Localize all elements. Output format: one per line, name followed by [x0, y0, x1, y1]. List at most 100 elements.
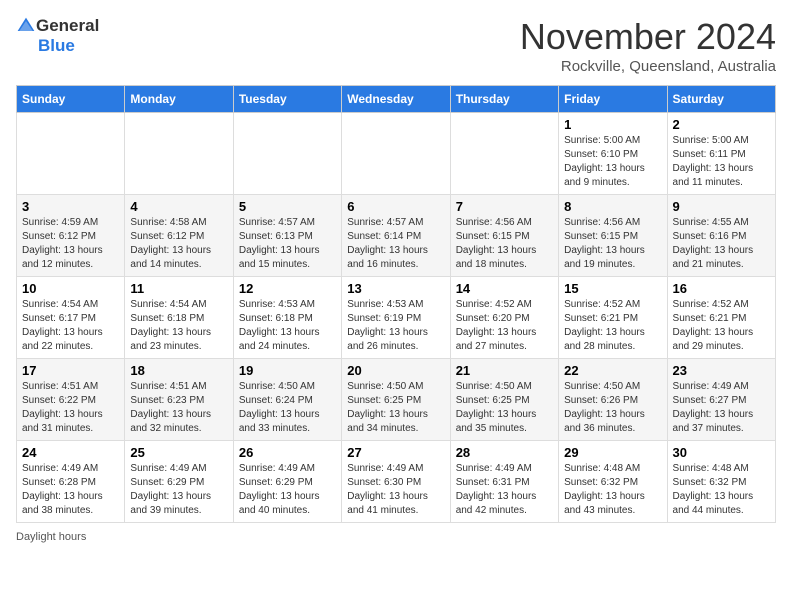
- day-info: Sunrise: 4:52 AM Sunset: 6:21 PM Dayligh…: [564, 298, 661, 354]
- day-info: Sunrise: 4:50 AM Sunset: 6:25 PM Dayligh…: [347, 380, 444, 436]
- day-info: Sunrise: 4:49 AM Sunset: 6:29 PM Dayligh…: [239, 462, 336, 518]
- day-info: Sunrise: 5:00 AM Sunset: 6:11 PM Dayligh…: [673, 134, 770, 190]
- calendar-cell: 12 Sunrise: 4:53 AM Sunset: 6:18 PM Dayli…: [233, 277, 341, 359]
- day-number: 17: [22, 363, 119, 378]
- logo-general: General: [36, 16, 99, 36]
- day-number: 2: [673, 117, 770, 132]
- calendar-cell: [17, 113, 125, 195]
- logo-icon: [16, 16, 36, 36]
- day-info: Sunrise: 4:49 AM Sunset: 6:29 PM Dayligh…: [130, 462, 227, 518]
- day-number: 16: [673, 281, 770, 296]
- calendar-cell: 24Sunrise: 4:49 AM Sunset: 6:28 PM Dayli…: [17, 441, 125, 523]
- day-number: 5: [239, 199, 336, 214]
- day-number: 18: [130, 363, 227, 378]
- calendar-cell: 21 Sunrise: 4:50 AM Sunset: 6:25 PM Dayli…: [450, 359, 558, 441]
- calendar-cell: 13Sunrise: 4:53 AM Sunset: 6:19 PM Dayli…: [342, 277, 450, 359]
- day-number: 6: [347, 199, 444, 214]
- calendar-cell: 17Sunrise: 4:51 AM Sunset: 6:22 PM Dayli…: [17, 359, 125, 441]
- column-header-friday: Friday: [559, 86, 667, 113]
- day-number: 23: [673, 363, 770, 378]
- calendar-cell: 18Sunrise: 4:51 AM Sunset: 6:23 PM Dayli…: [125, 359, 233, 441]
- calendar-cell: 16 Sunrise: 4:52 AM Sunset: 6:21 PM Dayli…: [667, 277, 775, 359]
- calendar-cell: 26 Sunrise: 4:49 AM Sunset: 6:29 PM Dayli…: [233, 441, 341, 523]
- calendar-cell: 5 Sunrise: 4:57 AM Sunset: 6:13 PM Daylig…: [233, 195, 341, 277]
- calendar-cell: 10Sunrise: 4:54 AM Sunset: 6:17 PM Dayli…: [17, 277, 125, 359]
- daylight-label: Daylight hours: [16, 531, 86, 543]
- day-info: Sunrise: 4:53 AM Sunset: 6:19 PM Dayligh…: [347, 298, 444, 354]
- calendar-cell: [125, 113, 233, 195]
- column-header-saturday: Saturday: [667, 86, 775, 113]
- day-info: Sunrise: 4:49 AM Sunset: 6:28 PM Dayligh…: [22, 462, 119, 518]
- calendar-cell: 27Sunrise: 4:49 AM Sunset: 6:30 PM Dayli…: [342, 441, 450, 523]
- calendar-cell: 6 Sunrise: 4:57 AM Sunset: 6:14 PM Daylig…: [342, 195, 450, 277]
- logo-blue: Blue: [38, 36, 75, 56]
- calendar-week-1: 1Sunrise: 5:00 AM Sunset: 6:10 PM Daylig…: [17, 113, 776, 195]
- calendar-week-2: 3 Sunrise: 4:59 AM Sunset: 6:12 PM Daylig…: [17, 195, 776, 277]
- column-header-sunday: Sunday: [17, 86, 125, 113]
- day-number: 11: [130, 281, 227, 296]
- day-info: Sunrise: 4:54 AM Sunset: 6:18 PM Dayligh…: [130, 298, 227, 354]
- day-info: Sunrise: 4:49 AM Sunset: 6:30 PM Dayligh…: [347, 462, 444, 518]
- calendar-week-5: 24Sunrise: 4:49 AM Sunset: 6:28 PM Dayli…: [17, 441, 776, 523]
- day-info: Sunrise: 4:56 AM Sunset: 6:15 PM Dayligh…: [456, 216, 553, 272]
- day-number: 25: [130, 445, 227, 460]
- calendar-header-row: SundayMondayTuesdayWednesdayThursdayFrid…: [17, 86, 776, 113]
- day-number: 20: [347, 363, 444, 378]
- day-info: Sunrise: 4:52 AM Sunset: 6:20 PM Dayligh…: [456, 298, 553, 354]
- day-info: Sunrise: 4:49 AM Sunset: 6:31 PM Dayligh…: [456, 462, 553, 518]
- calendar-cell: 2 Sunrise: 5:00 AM Sunset: 6:11 PM Daylig…: [667, 113, 775, 195]
- calendar-cell: 23 Sunrise: 4:49 AM Sunset: 6:27 PM Dayli…: [667, 359, 775, 441]
- day-info: Sunrise: 4:53 AM Sunset: 6:18 PM Dayligh…: [239, 298, 336, 354]
- column-header-tuesday: Tuesday: [233, 86, 341, 113]
- day-info: Sunrise: 4:50 AM Sunset: 6:24 PM Dayligh…: [239, 380, 336, 436]
- calendar-cell: 20 Sunrise: 4:50 AM Sunset: 6:25 PM Dayli…: [342, 359, 450, 441]
- day-number: 8: [564, 199, 661, 214]
- calendar-cell: 9 Sunrise: 4:55 AM Sunset: 6:16 PM Daylig…: [667, 195, 775, 277]
- day-number: 26: [239, 445, 336, 460]
- calendar-cell: 30 Sunrise: 4:48 AM Sunset: 6:32 PM Dayli…: [667, 441, 775, 523]
- day-number: 9: [673, 199, 770, 214]
- day-number: 12: [239, 281, 336, 296]
- day-number: 14: [456, 281, 553, 296]
- day-info: Sunrise: 4:49 AM Sunset: 6:27 PM Dayligh…: [673, 380, 770, 436]
- title-block: November 2024 Rockville, Queensland, Aus…: [520, 16, 776, 75]
- day-number: 1: [564, 117, 661, 132]
- calendar-footer: Daylight hours: [16, 531, 776, 543]
- day-number: 28: [456, 445, 553, 460]
- calendar-cell: 28 Sunrise: 4:49 AM Sunset: 6:31 PM Dayli…: [450, 441, 558, 523]
- calendar-cell: 19 Sunrise: 4:50 AM Sunset: 6:24 PM Dayli…: [233, 359, 341, 441]
- day-number: 22: [564, 363, 661, 378]
- day-info: Sunrise: 4:48 AM Sunset: 6:32 PM Dayligh…: [564, 462, 661, 518]
- day-number: 30: [673, 445, 770, 460]
- day-info: Sunrise: 4:50 AM Sunset: 6:25 PM Dayligh…: [456, 380, 553, 436]
- calendar-cell: 25 Sunrise: 4:49 AM Sunset: 6:29 PM Dayli…: [125, 441, 233, 523]
- calendar-cell: 29Sunrise: 4:48 AM Sunset: 6:32 PM Dayli…: [559, 441, 667, 523]
- calendar-week-3: 10Sunrise: 4:54 AM Sunset: 6:17 PM Dayli…: [17, 277, 776, 359]
- day-info: Sunrise: 4:57 AM Sunset: 6:14 PM Dayligh…: [347, 216, 444, 272]
- day-info: Sunrise: 4:57 AM Sunset: 6:13 PM Dayligh…: [239, 216, 336, 272]
- calendar-cell: 22 Sunrise: 4:50 AM Sunset: 6:26 PM Dayli…: [559, 359, 667, 441]
- day-info: Sunrise: 4:54 AM Sunset: 6:17 PM Dayligh…: [22, 298, 119, 354]
- day-info: Sunrise: 4:59 AM Sunset: 6:12 PM Dayligh…: [22, 216, 119, 272]
- day-info: Sunrise: 4:50 AM Sunset: 6:26 PM Dayligh…: [564, 380, 661, 436]
- column-header-wednesday: Wednesday: [342, 86, 450, 113]
- calendar-cell: 3 Sunrise: 4:59 AM Sunset: 6:12 PM Daylig…: [17, 195, 125, 277]
- column-header-thursday: Thursday: [450, 86, 558, 113]
- calendar-cell: [450, 113, 558, 195]
- day-info: Sunrise: 4:55 AM Sunset: 6:16 PM Dayligh…: [673, 216, 770, 272]
- calendar-cell: 11 Sunrise: 4:54 AM Sunset: 6:18 PM Dayli…: [125, 277, 233, 359]
- calendar-cell: [233, 113, 341, 195]
- calendar-cell: 7 Sunrise: 4:56 AM Sunset: 6:15 PM Daylig…: [450, 195, 558, 277]
- day-number: 3: [22, 199, 119, 214]
- day-number: 19: [239, 363, 336, 378]
- calendar-cell: 4Sunrise: 4:58 AM Sunset: 6:12 PM Daylig…: [125, 195, 233, 277]
- day-info: Sunrise: 4:52 AM Sunset: 6:21 PM Dayligh…: [673, 298, 770, 354]
- day-info: Sunrise: 4:56 AM Sunset: 6:15 PM Dayligh…: [564, 216, 661, 272]
- day-number: 7: [456, 199, 553, 214]
- day-number: 21: [456, 363, 553, 378]
- day-info: Sunrise: 4:48 AM Sunset: 6:32 PM Dayligh…: [673, 462, 770, 518]
- logo: General Blue: [16, 16, 99, 56]
- page-header: General Blue November 2024 Rockville, Qu…: [16, 16, 776, 75]
- calendar-week-4: 17Sunrise: 4:51 AM Sunset: 6:22 PM Dayli…: [17, 359, 776, 441]
- calendar-cell: 15Sunrise: 4:52 AM Sunset: 6:21 PM Dayli…: [559, 277, 667, 359]
